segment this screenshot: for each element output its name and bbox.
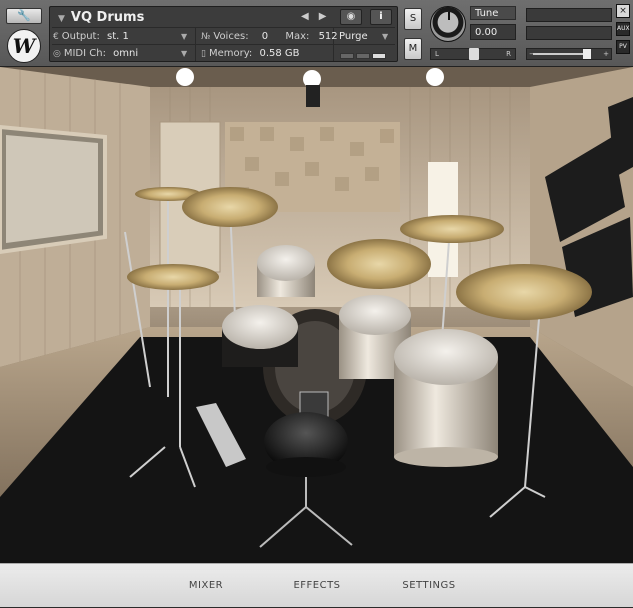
instrument-header: 🔧 W ▼ VQ Drums ◀▶ ◉ i € Output: st. 1 ▼ № V… (0, 0, 633, 67)
purge-menu[interactable]: Purge ▼ (339, 29, 394, 45)
purge-indicator (340, 51, 388, 62)
caret-down-icon: ▼ (58, 14, 65, 24)
volume-thumb[interactable] (583, 49, 591, 59)
midi-channel-selector[interactable]: ◎ MIDI Ch: omni ▼ (53, 46, 193, 62)
chevron-down-icon: ▼ (181, 32, 188, 41)
memory-readout: ▯ Memory: 0.58 GB (201, 48, 300, 59)
volume-slider[interactable]: − + (526, 48, 612, 60)
chevron-down-icon: ▼ (382, 32, 389, 41)
aux-button[interactable]: AUX (616, 22, 630, 36)
volume-fill (533, 53, 583, 55)
divider (195, 27, 196, 61)
drum-kit-studio-image (0, 67, 633, 563)
pan-thumb[interactable] (469, 48, 479, 60)
max-voices-field[interactable]: 512 (319, 31, 338, 42)
output-selector[interactable]: € Output: st. 1 ▼ (53, 29, 193, 45)
close-icon[interactable]: × (616, 4, 630, 18)
drum-kit-illustration (0, 67, 633, 563)
voices-readout: № Voices: 0 Max: 512 (201, 31, 338, 42)
tab-mixer[interactable]: MIXER (176, 564, 236, 608)
voices-icon: № (201, 32, 211, 42)
tab-effects[interactable]: EFFECTS (282, 564, 352, 608)
level-meter-right (526, 26, 612, 40)
pan-slider[interactable]: L R (430, 48, 516, 60)
tab-settings[interactable]: SETTINGS (394, 564, 464, 608)
level-meter-left (526, 8, 612, 22)
tune-label: Tune (470, 6, 516, 20)
pv-button[interactable]: PV (616, 40, 630, 54)
output-icon: € (53, 32, 59, 42)
camera-icon[interactable]: ◉ (340, 9, 362, 25)
midi-icon: ◎ (53, 49, 61, 59)
instrument-info-panel: ▼ VQ Drums ◀▶ ◉ i € Output: st. 1 ▼ № Voice… (49, 6, 398, 62)
wrench-icon[interactable]: 🔧 (6, 8, 42, 24)
brand-logo: W (7, 29, 41, 63)
solo-button[interactable]: S (404, 8, 422, 30)
tune-knob[interactable] (430, 6, 466, 42)
chevron-down-icon: ▼ (181, 49, 188, 58)
instrument-nav-arrows[interactable]: ◀▶ (301, 11, 336, 22)
tune-value-field[interactable]: 0.00 (470, 24, 516, 40)
divider (52, 27, 395, 28)
instrument-title[interactable]: ▼ VQ Drums (58, 10, 144, 25)
bottom-tab-bar: MIXER EFFECTS SETTINGS (0, 563, 633, 607)
memory-icon: ▯ (201, 49, 206, 59)
info-icon[interactable]: i (370, 9, 392, 25)
mute-button[interactable]: M (404, 38, 422, 60)
